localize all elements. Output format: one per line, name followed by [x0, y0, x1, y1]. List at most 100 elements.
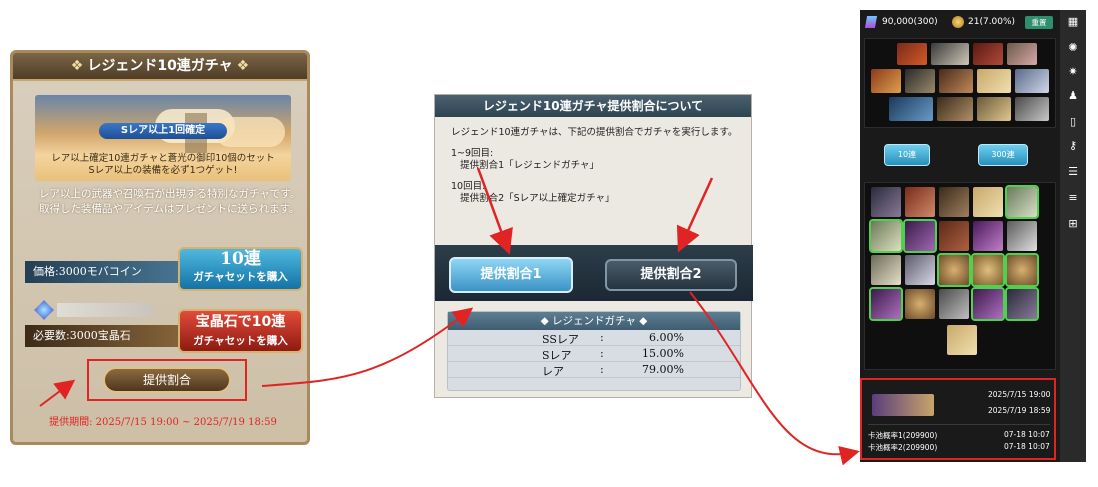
- gem-row: 必要数:3000宝晶石 宝晶石で10連 ガチャセットを購入: [13, 300, 307, 353]
- price-row: 価格:3000モバコイン 10連 ガチャセットを購入: [13, 243, 307, 291]
- grid-item: [947, 325, 977, 355]
- buy-10-big-text: 10連: [220, 249, 261, 269]
- draw-10-button[interactable]: 10連: [884, 144, 930, 166]
- draw-300-button[interactable]: 300連: [978, 144, 1028, 166]
- collection-grid: [864, 182, 1056, 370]
- crystal-icon: [864, 16, 878, 28]
- description-line-1: レア以上の武器や召喚石が出現する特別なガチャです。: [39, 188, 301, 200]
- result-item: [1007, 43, 1037, 65]
- grid-item: [1005, 253, 1039, 287]
- reset-button[interactable]: 重置: [1025, 16, 1053, 29]
- table-row: Sレア : 15.00%: [448, 346, 740, 362]
- coin-count: 21(7.00%): [968, 17, 1016, 27]
- rates-table-header: ◆ レジェンドガチャ ◆: [448, 312, 740, 330]
- block-1-head: 1~9回目:: [451, 147, 494, 159]
- grid-item: [1007, 221, 1037, 251]
- block-1: 1~9回目: 提供割合1「レジェンドガチャ」: [451, 148, 747, 173]
- result-item: [889, 97, 933, 121]
- users-icon[interactable]: ♟: [1067, 90, 1079, 102]
- hero-line-1: レア以上確定10連ガチャと蒼光の御印10個のセット: [51, 153, 275, 164]
- draw-log-panel: 2025/7/15 19:00 2025/7/19 18:59 卡池概率1(20…: [860, 378, 1056, 460]
- rarity-rate: 6.00%: [649, 331, 684, 344]
- result-item: [1015, 69, 1049, 93]
- block-2-head: 10回目:: [451, 180, 486, 192]
- document-icon[interactable]: ▯: [1067, 116, 1079, 128]
- required-gems-label: 必要数:3000宝晶石: [25, 325, 200, 347]
- tab-rates-1[interactable]: 提供割合1: [449, 257, 573, 293]
- blurred-balance: [57, 303, 153, 317]
- block-2: 10回目: 提供割合2「Sレア以上確定ガチャ」: [451, 181, 747, 206]
- gem-count: 90,000(300): [882, 17, 938, 27]
- grid-item: [869, 219, 903, 253]
- rarity-name: レア: [542, 365, 564, 378]
- sun-icon[interactable]: ✷: [1067, 66, 1079, 78]
- result-item: [905, 69, 935, 93]
- offer-period: 提供期間: 2025/7/15 19:00 ~ 2025/7/19 18:59: [49, 417, 277, 428]
- result-item: [939, 69, 973, 93]
- log-start-time: 2025/7/15 19:00: [988, 390, 1051, 399]
- tab-rates-2[interactable]: 提供割合2: [605, 259, 737, 291]
- rates-button[interactable]: 提供割合: [103, 367, 231, 393]
- grid-item: [869, 287, 903, 321]
- dialog-title: レジェンド10連ガチャ提供割合について: [435, 95, 751, 117]
- chest-icon[interactable]: ⊞: [1067, 218, 1079, 230]
- grid-item: [973, 187, 1003, 217]
- grid-item: [871, 187, 901, 217]
- buy-10-pull-button[interactable]: 10連 ガチャセットを購入: [178, 247, 303, 291]
- result-item: [977, 69, 1011, 93]
- hero-subtitle: レア以上確定10連ガチャと蒼光の御印10個のセット Sレア以上の装備を必ず1つゲ…: [35, 153, 291, 185]
- block-2-body: 提供割合2「Sレア以上確定ガチャ」: [460, 193, 615, 204]
- scroll-icon[interactable]: ☰: [1067, 166, 1079, 178]
- log-entry-1: 卡池概率1(209900): [868, 431, 938, 440]
- dialog-body: レジェンド10連ガチャは、下記の提供割合でガチャを実行します。 1~9回目: 提…: [451, 127, 747, 214]
- result-item: [871, 69, 901, 93]
- grid-item: [939, 289, 969, 319]
- gear-icon[interactable]: ✺: [1067, 42, 1079, 54]
- ornament-icon: ❖: [236, 58, 250, 74]
- grid-item: [973, 221, 1003, 251]
- grid-item: [1005, 185, 1039, 219]
- rates-table: ◆ レジェンドガチャ ◆ SSレア : 6.00% Sレア : 15.00% レ…: [447, 311, 741, 391]
- banner-title-text: レジェンド10連ガチャ: [87, 58, 233, 74]
- grid-item: [971, 287, 1005, 321]
- dialog-intro: レジェンド10連ガチャは、下記の提供割合でガチャを実行します。: [451, 127, 738, 138]
- separator: :: [600, 363, 604, 376]
- hero-line-2: Sレア以上の装備を必ず1つゲット!: [88, 165, 238, 176]
- draw-results-panel: [864, 38, 1056, 128]
- rarity-name: Sレア: [542, 349, 572, 362]
- buy-with-gems-button[interactable]: 宝晶石で10連 ガチャセットを購入: [178, 309, 303, 353]
- log-entry-2: 卡池概率2(209900): [868, 443, 938, 452]
- rarity-rate: 79.00%: [642, 363, 684, 376]
- link-icon[interactable]: ⚷: [1067, 140, 1079, 152]
- buy-gem-big-text: 宝晶石で10連: [195, 314, 286, 330]
- gacha-screen: ❖ レジェンド10連ガチャ ❖ Sレア以上1回確定 レア以上確定10連ガチャと蒼光の…: [10, 50, 310, 445]
- price-label: 価格:3000モバコイン: [25, 261, 200, 283]
- gacha-description: レア以上の武器や召喚石が出現する特別なガチャです。 取得した装備品やアイテムはプ…: [39, 187, 301, 217]
- result-item: [1015, 97, 1049, 121]
- grid-item: [939, 221, 969, 251]
- description-line-2: 取得した装備品やアイテムはプレゼントに送られます。: [39, 203, 300, 215]
- result-item: [931, 43, 969, 65]
- side-toolbar: ▦ ✺ ✷ ♟ ▯ ⚷ ☰ ≡ ⊞: [1060, 10, 1086, 462]
- rates-dialog: レジェンド10連ガチャ提供割合について レジェンド10連ガチャは、下記の提供割合…: [434, 94, 753, 398]
- crystal-icon: [34, 300, 54, 320]
- banner-thumbnail: [872, 394, 934, 416]
- grid-item: [905, 289, 935, 319]
- log-end-time: 2025/7/19 18:59: [988, 406, 1051, 415]
- result-item: [973, 43, 1003, 65]
- log-date-1: 07-18 10:07: [1004, 430, 1050, 439]
- rate-tabs: 提供割合1 提供割合2: [435, 245, 753, 301]
- separator: :: [600, 331, 604, 344]
- list-icon[interactable]: ≡: [1067, 192, 1079, 204]
- grid-item: [871, 255, 901, 285]
- guarantee-ribbon: Sレア以上1回確定: [99, 123, 227, 139]
- rarity-name: SSレア: [542, 333, 579, 346]
- grid-icon[interactable]: ▦: [1067, 16, 1079, 28]
- block-1-body: 提供割合1「レジェンドガチャ」: [460, 160, 600, 171]
- grid-item: [905, 187, 935, 217]
- result-item: [977, 97, 1011, 121]
- buy-10-small-text: ガチャセットを購入: [193, 271, 288, 283]
- log-date-2: 07-18 10:07: [1004, 442, 1050, 451]
- divider: [868, 424, 1050, 425]
- diamond-icon: ◆: [639, 315, 648, 327]
